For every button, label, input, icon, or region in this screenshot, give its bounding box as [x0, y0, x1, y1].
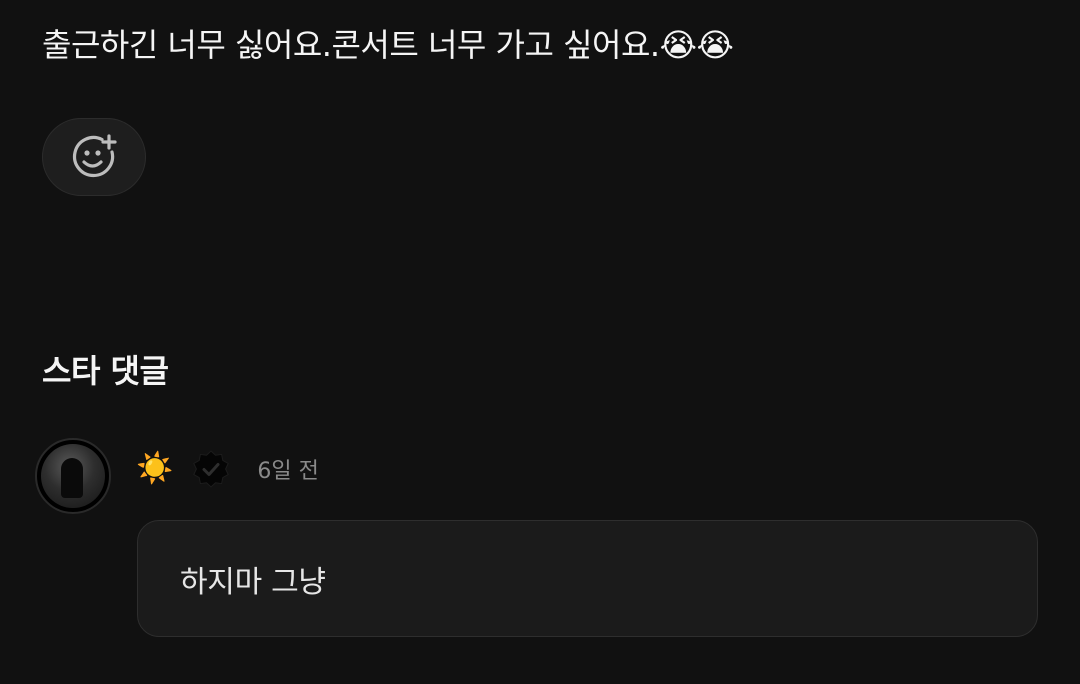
comment-timestamp: 6일 전: [257, 459, 319, 484]
avatar-photo: [41, 444, 105, 508]
comment-bubble[interactable]: 하지마 그냥: [137, 520, 1038, 637]
verified-badge-icon: [193, 450, 230, 488]
comment-text: 하지마 그냥: [180, 564, 326, 600]
emoji-add-icon: [72, 134, 117, 178]
add-reaction-button[interactable]: [42, 118, 146, 196]
star-comments-title: 스타 댓글: [42, 352, 169, 390]
post-text: 출근하긴 너무 싫어요.콘서트 너무 가고 싶어요.😭😭: [42, 26, 734, 64]
nickname-sun-emoji[interactable]: ☀️: [136, 454, 173, 484]
avatar[interactable]: [35, 438, 111, 514]
comment-meta: ☀️ 6일 전: [136, 448, 319, 490]
